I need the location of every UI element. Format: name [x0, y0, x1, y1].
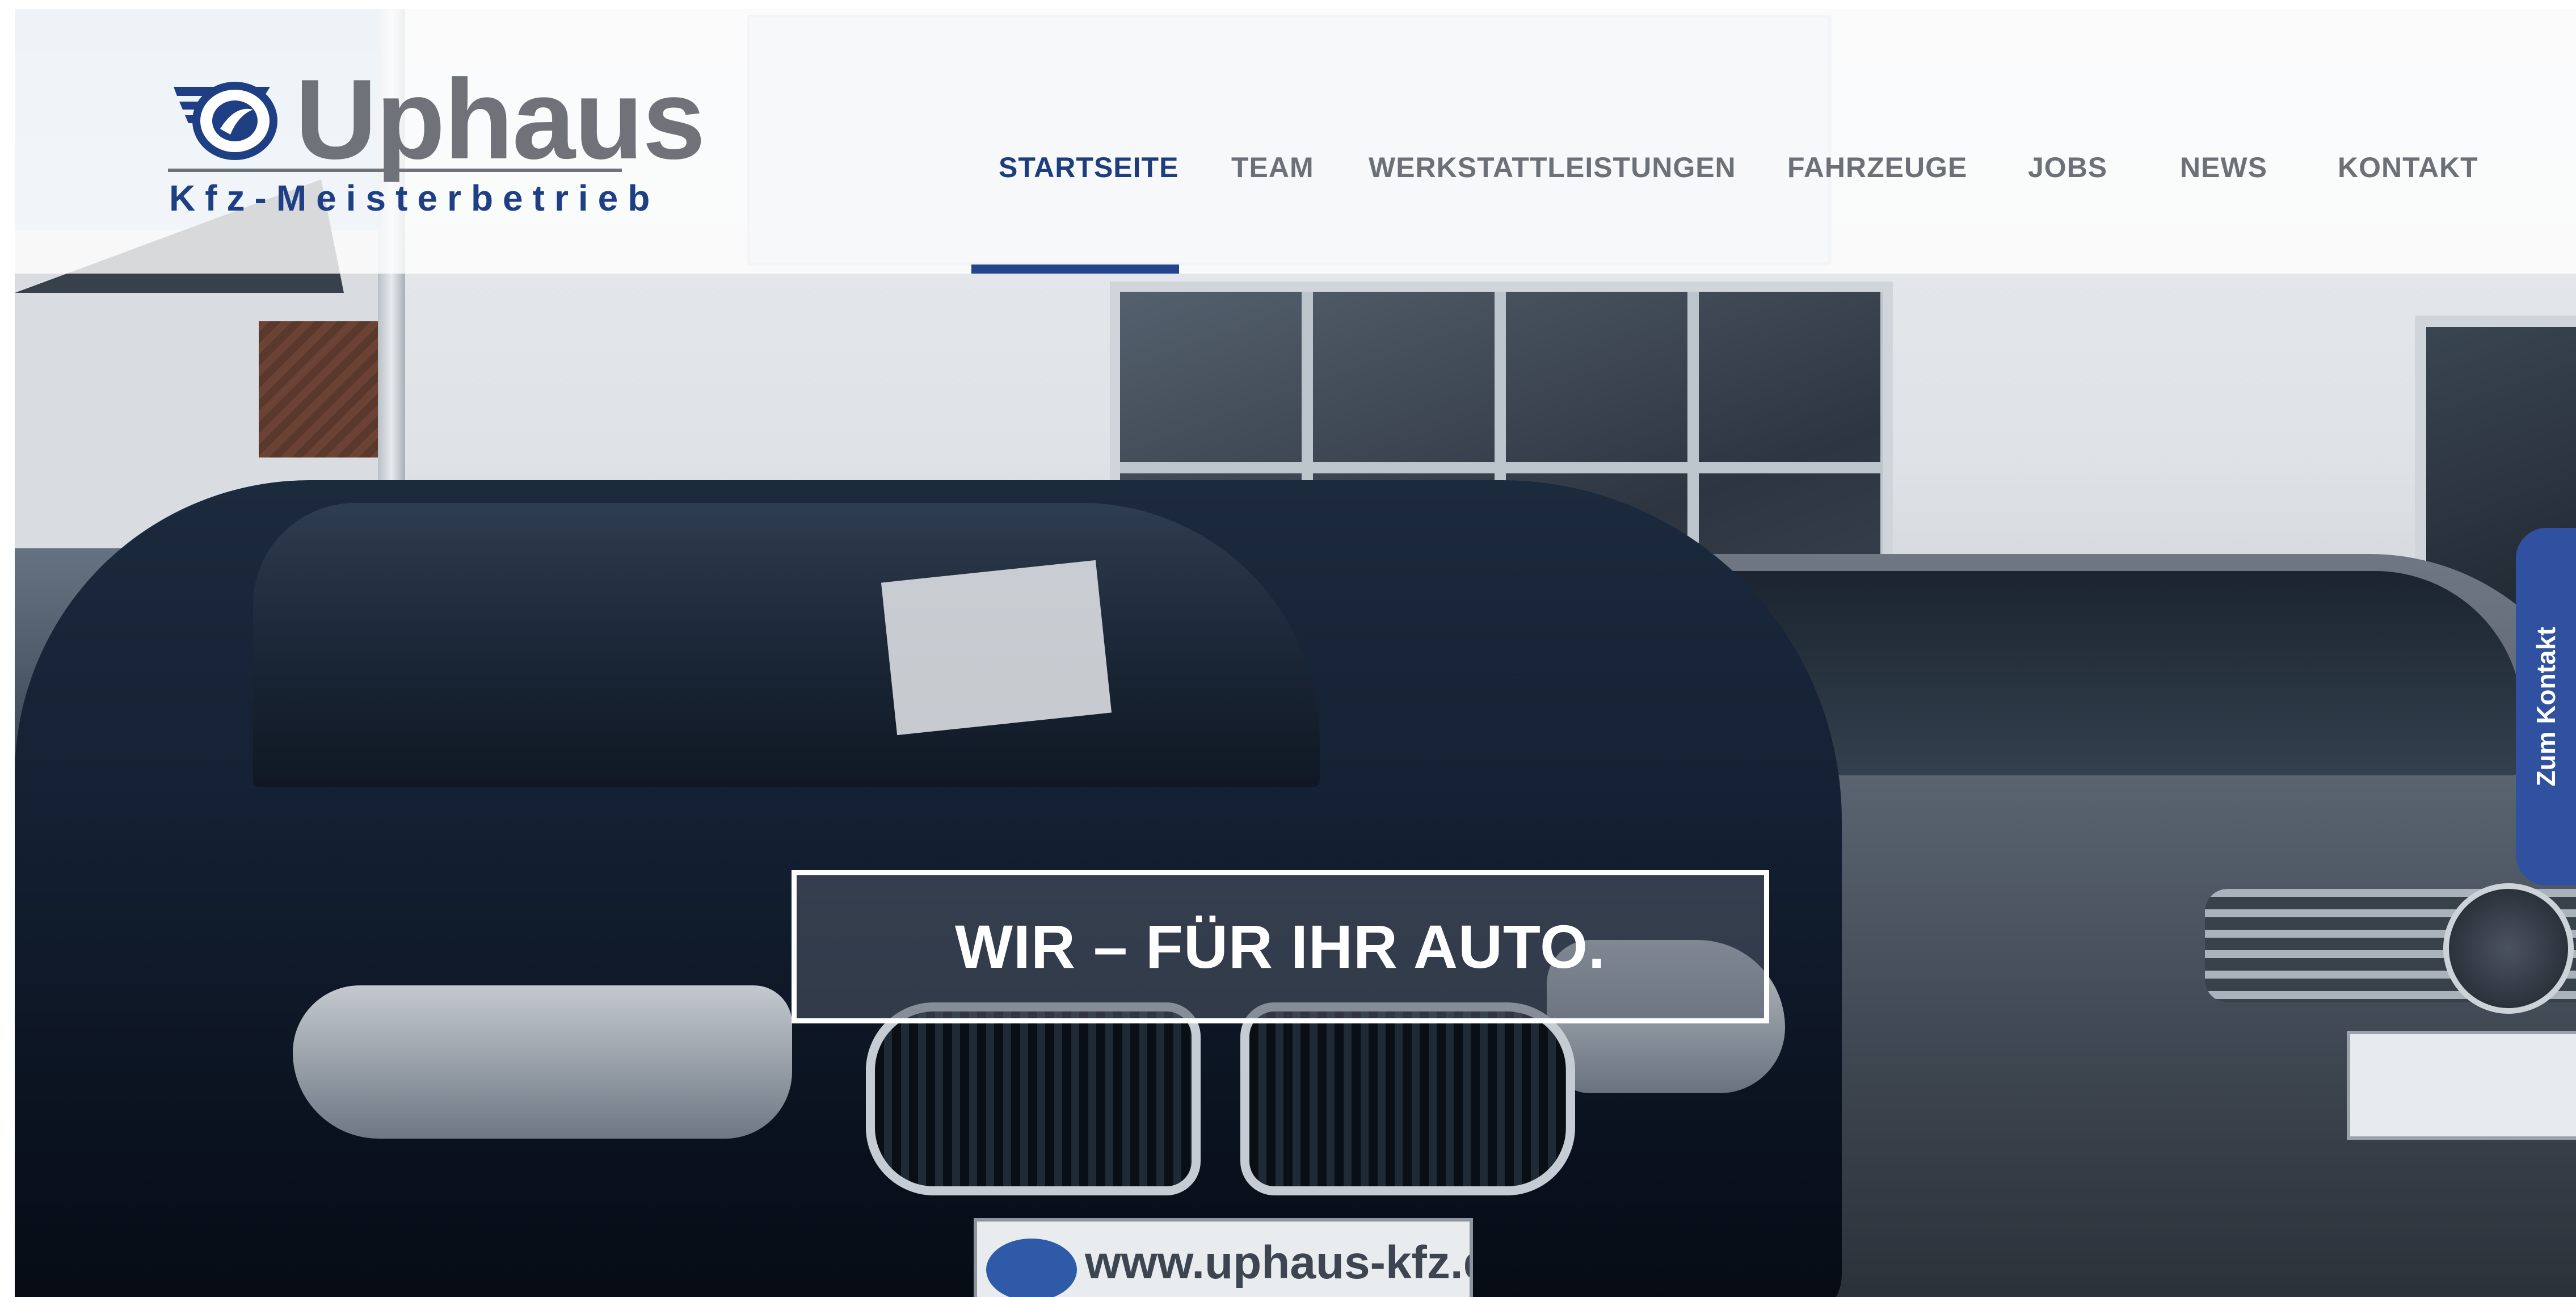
nav-item-fahrzeuge[interactable]: FAHRZEUGE — [1787, 151, 1967, 184]
car-badge-icon — [2443, 883, 2574, 1014]
nav-item-team[interactable]: TEAM — [1231, 151, 1314, 184]
contact-side-tab[interactable]: Zum Kontakt — [2516, 528, 2576, 885]
black-car-windshield — [253, 503, 1320, 787]
nav-item-kontakt[interactable]: KONTAKT — [2338, 151, 2478, 184]
hero-title: WIR – FÜR IHR AUTO. — [955, 912, 1606, 981]
hero-headline-box: WIR – FÜR IHR AUTO. — [792, 870, 1769, 1023]
license-plate: www.uphaus-kfz.de — [974, 1218, 1473, 1297]
logo-subtitle: Kfz-Meisterbetrieb — [169, 178, 660, 219]
active-nav-indicator — [971, 265, 1179, 274]
grille-right — [1240, 1002, 1575, 1195]
nav-item-news[interactable]: NEWS — [2180, 151, 2267, 184]
plate-logo-icon — [986, 1239, 1077, 1297]
nav-item-werkstattleistungen[interactable]: WERKSTATTLEISTUNGEN — [1369, 151, 1736, 184]
grey-car-plate — [2347, 1031, 2576, 1140]
nav-item-jobs[interactable]: JOBS — [2028, 151, 2107, 184]
price-sheet — [881, 560, 1112, 736]
grille-left — [866, 1002, 1201, 1195]
neighbor-roof-tiles — [259, 321, 384, 457]
uphaus-wing-logo-icon — [174, 82, 277, 160]
headlight-left — [293, 985, 792, 1139]
nav-item-startseite[interactable]: STARTSEITE — [999, 151, 1178, 184]
logo-wordmark: Uphaus — [295, 56, 705, 183]
logo-divider — [168, 169, 622, 172]
site-logo[interactable]: Uphaus Kfz-Meisterbetrieb — [168, 63, 705, 228]
contact-side-tab-label: Zum Kontakt — [2531, 627, 2561, 787]
plate-text: www.uphaus-kfz.de — [1085, 1237, 1470, 1288]
site-header: Uphaus Kfz-Meisterbetrieb STARTSEITE TEA… — [15, 9, 2576, 274]
